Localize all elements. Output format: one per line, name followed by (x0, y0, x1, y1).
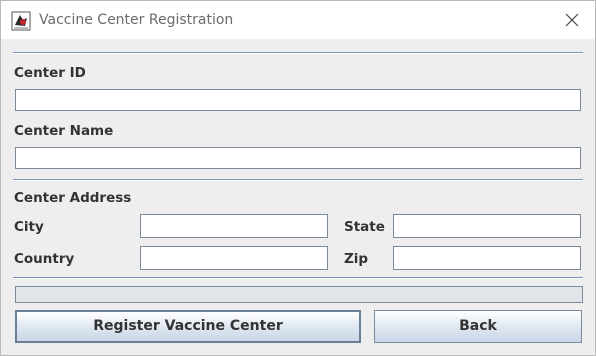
state-input[interactable] (393, 214, 581, 238)
center-id-input[interactable] (15, 89, 581, 111)
country-label: Country (14, 251, 75, 267)
zip-label: Zip (344, 251, 369, 267)
address-separator (13, 179, 583, 181)
bottom-separator (13, 277, 583, 279)
register-vaccine-center-button[interactable]: Register Vaccine Center (15, 310, 361, 343)
close-button[interactable] (549, 1, 595, 39)
city-label: City (14, 219, 44, 235)
java-duke-icon (11, 11, 31, 31)
top-separator (13, 52, 583, 54)
center-address-heading: Center Address (14, 190, 132, 206)
close-icon (565, 13, 579, 27)
back-button[interactable]: Back (374, 310, 582, 343)
registration-window: Vaccine Center Registration Center ID Ce… (0, 0, 596, 356)
window-title: Vaccine Center Registration (39, 12, 234, 28)
center-name-label: Center Name (14, 123, 114, 139)
center-name-input[interactable] (15, 147, 581, 169)
progress-bar (15, 286, 583, 303)
state-label: State (344, 219, 385, 235)
country-input[interactable] (140, 246, 328, 270)
zip-input[interactable] (393, 246, 581, 270)
title-bar[interactable]: Vaccine Center Registration (1, 1, 595, 39)
center-id-label: Center ID (14, 65, 86, 81)
city-input[interactable] (140, 214, 328, 238)
